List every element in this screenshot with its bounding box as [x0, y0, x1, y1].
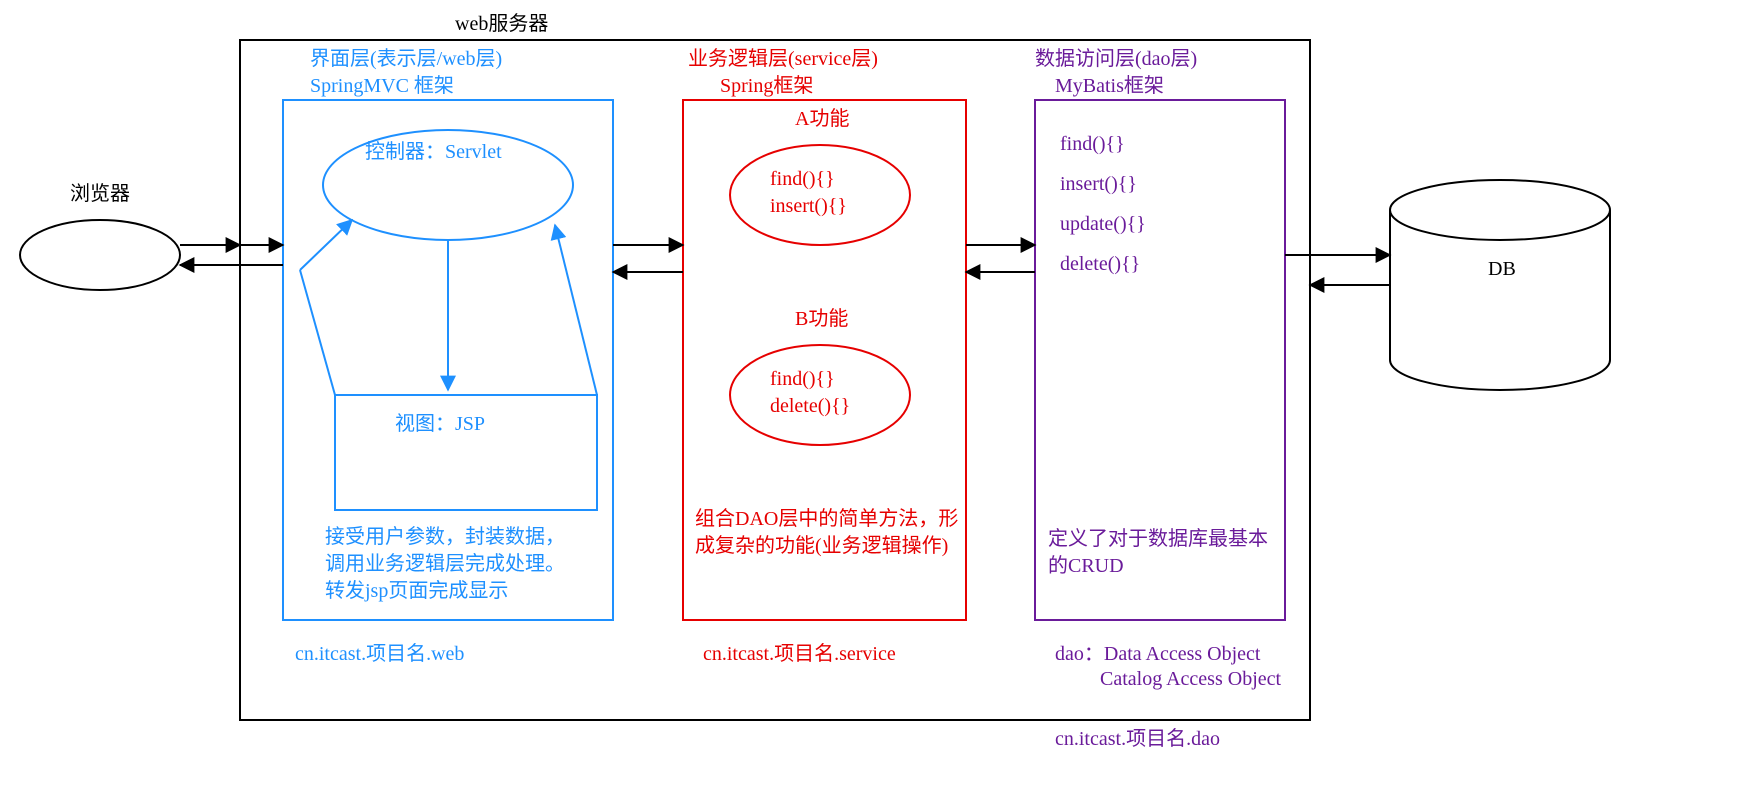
service-title-1: 业务逻辑层(service层) [688, 47, 878, 70]
view-label: 视图：JSP [395, 412, 485, 435]
a-title: A功能 [795, 107, 849, 130]
web-layer: 界面层(表示层/web层) SpringMVC 框架 控制器：Servlet 视… [283, 47, 613, 665]
web-desc-3: 转发jsp页面完成显示 [325, 579, 508, 602]
server-title: web服务器 [455, 12, 548, 35]
arrow-view-to-ctrl-right [555, 225, 597, 395]
controller-label: 控制器：Servlet [365, 140, 502, 163]
db-label: DB [1488, 258, 1516, 280]
browser-label: 浏览器 [70, 182, 130, 205]
dao-package: cn.itcast.项目名.dao [1055, 727, 1220, 750]
web-desc-1: 接受用户参数，封装数据， [325, 525, 565, 548]
arrow-view-to-left-2 [300, 220, 352, 270]
dao-title-1: 数据访问层(dao层) [1035, 47, 1197, 70]
dao-m4: delete(){} [1060, 253, 1140, 275]
service-layer: 业务逻辑层(service层) Spring框架 A功能 find(){} in… [683, 47, 966, 665]
architecture-diagram: web服务器 浏览器 DB 界面层(表示层/web层) SpringMVC 框架… [0, 0, 1750, 810]
b-m1: find(){} [770, 368, 835, 390]
a-m2: insert(){} [770, 195, 847, 217]
service-desc-2: 成复杂的功能(业务逻辑操作) [695, 534, 948, 557]
service-title-2: Spring框架 [720, 74, 813, 97]
dao-desc-2: 的CRUD [1048, 554, 1124, 577]
dao-title-2: MyBatis框架 [1055, 74, 1164, 97]
dao-m3: update(){} [1060, 213, 1146, 235]
b-title: B功能 [795, 307, 848, 330]
db-cylinder: DB [1390, 180, 1610, 390]
web-title-1: 界面层(表示层/web层) [310, 47, 502, 70]
service-package: cn.itcast.项目名.service [703, 642, 896, 665]
dao-note-2: Catalog Access Object [1100, 668, 1281, 690]
a-m1: find(){} [770, 168, 835, 190]
b-m2: delete(){} [770, 395, 850, 417]
web-package: cn.itcast.项目名.web [295, 642, 464, 665]
arrow-view-to-left-1 [300, 270, 335, 395]
dao-m2: insert(){} [1060, 173, 1137, 195]
web-title-2: SpringMVC 框架 [310, 74, 454, 97]
dao-layer: 数据访问层(dao层) MyBatis框架 find(){} insert(){… [1035, 47, 1285, 750]
dao-m1: find(){} [1060, 133, 1125, 155]
dao-desc-1: 定义了对于数据库最基本 [1048, 527, 1268, 550]
browser-ellipse [20, 220, 180, 290]
web-desc-2: 调用业务逻辑层完成处理。 [325, 552, 565, 575]
service-desc-1: 组合DAO层中的简单方法，形 [695, 507, 958, 530]
dao-note-1: dao：Data Access Object [1055, 643, 1261, 665]
